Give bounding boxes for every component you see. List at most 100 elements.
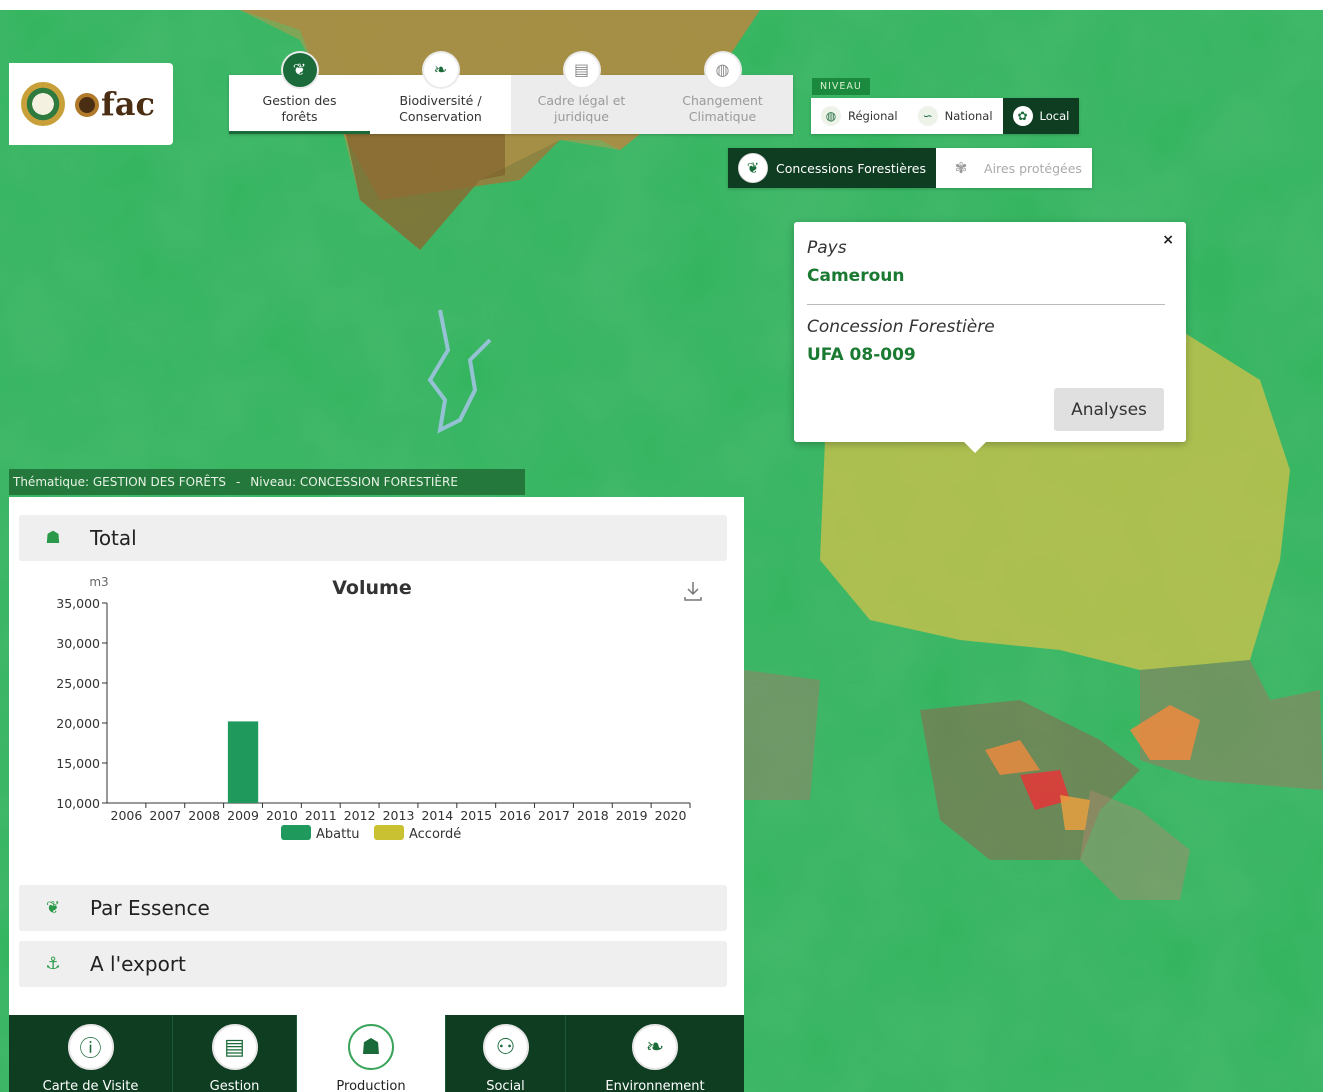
tree-icon: ❦: [282, 53, 317, 87]
theme-tabs: ❦ Gestion des forêts ❧ Biodiversité / Co…: [229, 53, 793, 134]
niveau-selector: ◍ Régional ∽ National ✿ Local: [811, 98, 1080, 134]
chart-title: Volume: [332, 577, 411, 599]
analysis-panel: ☗ Total Volume m3 10,000 15,000 20,000 25,0…: [9, 497, 744, 1015]
x-axis: 2006 2007 2008 2009 2010 2011 2012 2013 2014 2015…: [107, 802, 691, 823]
accordion-export[interactable]: ⚓ A l'export: [19, 941, 727, 987]
x-tick-label: 2018: [577, 808, 609, 823]
nav-label: Production: [336, 1079, 406, 1092]
nav-environnement[interactable]: ❧ Environnement: [566, 1015, 744, 1092]
tree-icon: ❦: [45, 898, 61, 918]
subtab-concessions-forestieres[interactable]: ❦ Concessions Forestières: [728, 148, 937, 188]
y-tick-label: 30,000: [56, 636, 100, 651]
location-icon: ✿: [1012, 106, 1033, 126]
y-tick-label: 15,000: [56, 756, 100, 771]
x-tick-label: 2016: [499, 808, 531, 823]
brand-text: fac: [101, 85, 155, 123]
nav-label: Environnement: [605, 1079, 705, 1092]
brand-name: fac: [75, 85, 155, 123]
x-tick-label: 2009: [227, 808, 259, 823]
level-label: Régional: [848, 109, 898, 123]
bar-abattu-2009: [227, 721, 259, 803]
status-thematique: Thématique: GESTION DES FORÊTS: [13, 475, 226, 489]
nav-carte-de-visite[interactable]: ⓘ Carte de Visite: [9, 1015, 173, 1092]
popup-label-pays: Pays: [807, 238, 847, 258]
tab-cadre-legal[interactable]: ▤ Cadre légal et juridique: [511, 53, 652, 134]
niveau-tag: NIVEAU: [812, 78, 870, 95]
download-icon[interactable]: [684, 582, 702, 601]
x-tick-label: 2015: [460, 808, 492, 823]
tab-gestion-des-forets[interactable]: ❦ Gestion des forêts: [229, 53, 370, 134]
sub-tabs: ❦ Concessions Forestières ✾ Aires protég…: [728, 148, 1092, 188]
accordion-par-essence[interactable]: ❦ Par Essence: [19, 885, 727, 931]
status-separator: -: [235, 475, 241, 489]
tab-label-line2: juridique: [554, 109, 609, 124]
nav-label: Social: [486, 1079, 525, 1092]
map-icon: ∽: [917, 106, 938, 126]
subtab-aires-protegees[interactable]: ✾ Aires protégées: [936, 148, 1092, 188]
popup-label-concession: Concession Forestière: [807, 317, 995, 337]
logs-icon: ☗: [45, 528, 61, 548]
level-regional[interactable]: ◍ Régional: [811, 98, 908, 134]
tab-label-line1: Cadre légal et: [537, 93, 626, 108]
animal-icon: ✾: [946, 153, 977, 183]
status-niveau: Niveau: CONCESSION FORESTIÈRE: [250, 475, 458, 489]
x-tick-label: 2020: [655, 808, 687, 823]
legend: Abattu Accordé: [281, 825, 461, 842]
popup-divider: [807, 304, 1165, 305]
leaf-icon: ❧: [423, 53, 458, 87]
document-icon: ▤: [211, 1024, 258, 1070]
nav-label: Carte de Visite: [42, 1079, 139, 1092]
status-bar: Thématique: GESTION DES FORÊTS - Niveau:…: [9, 469, 525, 495]
export-icon: ⚓: [45, 954, 61, 974]
x-tick-label: 2010: [266, 808, 298, 823]
y-axis-label: m3: [89, 575, 108, 589]
level-label: Local: [1039, 109, 1070, 123]
x-tick-label: 2014: [421, 808, 453, 823]
accordion-label: Par Essence: [90, 896, 210, 920]
x-tick-label: 2013: [383, 808, 415, 823]
y-tick-label: 35,000: [56, 596, 100, 611]
bottom-nav: ⓘ Carte de Visite ▤ Gestion ☗ Production…: [9, 1015, 744, 1092]
nav-label: Gestion: [209, 1079, 260, 1092]
tab-label-line1: Gestion des: [262, 93, 337, 108]
subtab-label: Concessions Forestières: [776, 160, 927, 176]
analyses-button[interactable]: Analyses: [1054, 388, 1164, 431]
info-icon: ⓘ: [67, 1024, 114, 1070]
x-tick-label: 2017: [538, 808, 570, 823]
seal-icon: [21, 82, 65, 126]
y-tick-label: 25,000: [56, 676, 100, 691]
x-tick-label: 2007: [149, 808, 181, 823]
tab-label-line1: Biodiversité /: [399, 93, 482, 108]
nav-social[interactable]: ⚇ Social: [446, 1015, 566, 1092]
level-label: National: [944, 109, 993, 123]
globe-icon: ◍: [821, 106, 841, 126]
accordion-total[interactable]: ☗ Total: [19, 515, 727, 561]
tab-label-line2: forêts: [281, 109, 318, 124]
nav-gestion[interactable]: ▤ Gestion: [173, 1015, 297, 1092]
tab-biodiversite[interactable]: ❧ Biodiversité / Conservation: [370, 53, 511, 134]
bars: [227, 721, 259, 803]
x-tick-label: 2011: [305, 808, 337, 823]
brand-o-icon: [75, 93, 99, 117]
logo[interactable]: fac: [9, 63, 173, 145]
legend-label: Abattu: [316, 827, 360, 842]
popup-value-concession: UFA 08-009: [807, 345, 916, 365]
x-tick-label: 2006: [111, 808, 143, 823]
x-tick-label: 2008: [188, 808, 220, 823]
tab-label-line2: Conservation: [399, 109, 482, 124]
tab-changement-climatique[interactable]: ◍ Changement Climatique: [652, 53, 793, 134]
volume-chart: Volume m3 10,000 15,000 20,000 25,000 30,000…: [56, 575, 702, 842]
popup-value-pays: Cameroun: [807, 266, 905, 286]
y-tick-label: 20,000: [56, 716, 100, 731]
accordion-label: Total: [90, 526, 137, 550]
level-national[interactable]: ∽ National: [908, 98, 1003, 134]
document-icon: ▤: [564, 53, 599, 87]
y-tick-label: 10,000: [56, 796, 100, 811]
subtab-label: Aires protégées: [984, 160, 1082, 176]
level-local[interactable]: ✿ Local: [1002, 98, 1080, 134]
legend-swatch: [374, 825, 404, 840]
close-icon[interactable]: ×: [1162, 232, 1174, 248]
nav-production[interactable]: ☗ Production: [297, 1015, 446, 1092]
y-axis: 10,000 15,000 20,000 25,000 30,000 35,000: [56, 596, 108, 811]
legend-label: Accordé: [409, 827, 461, 842]
